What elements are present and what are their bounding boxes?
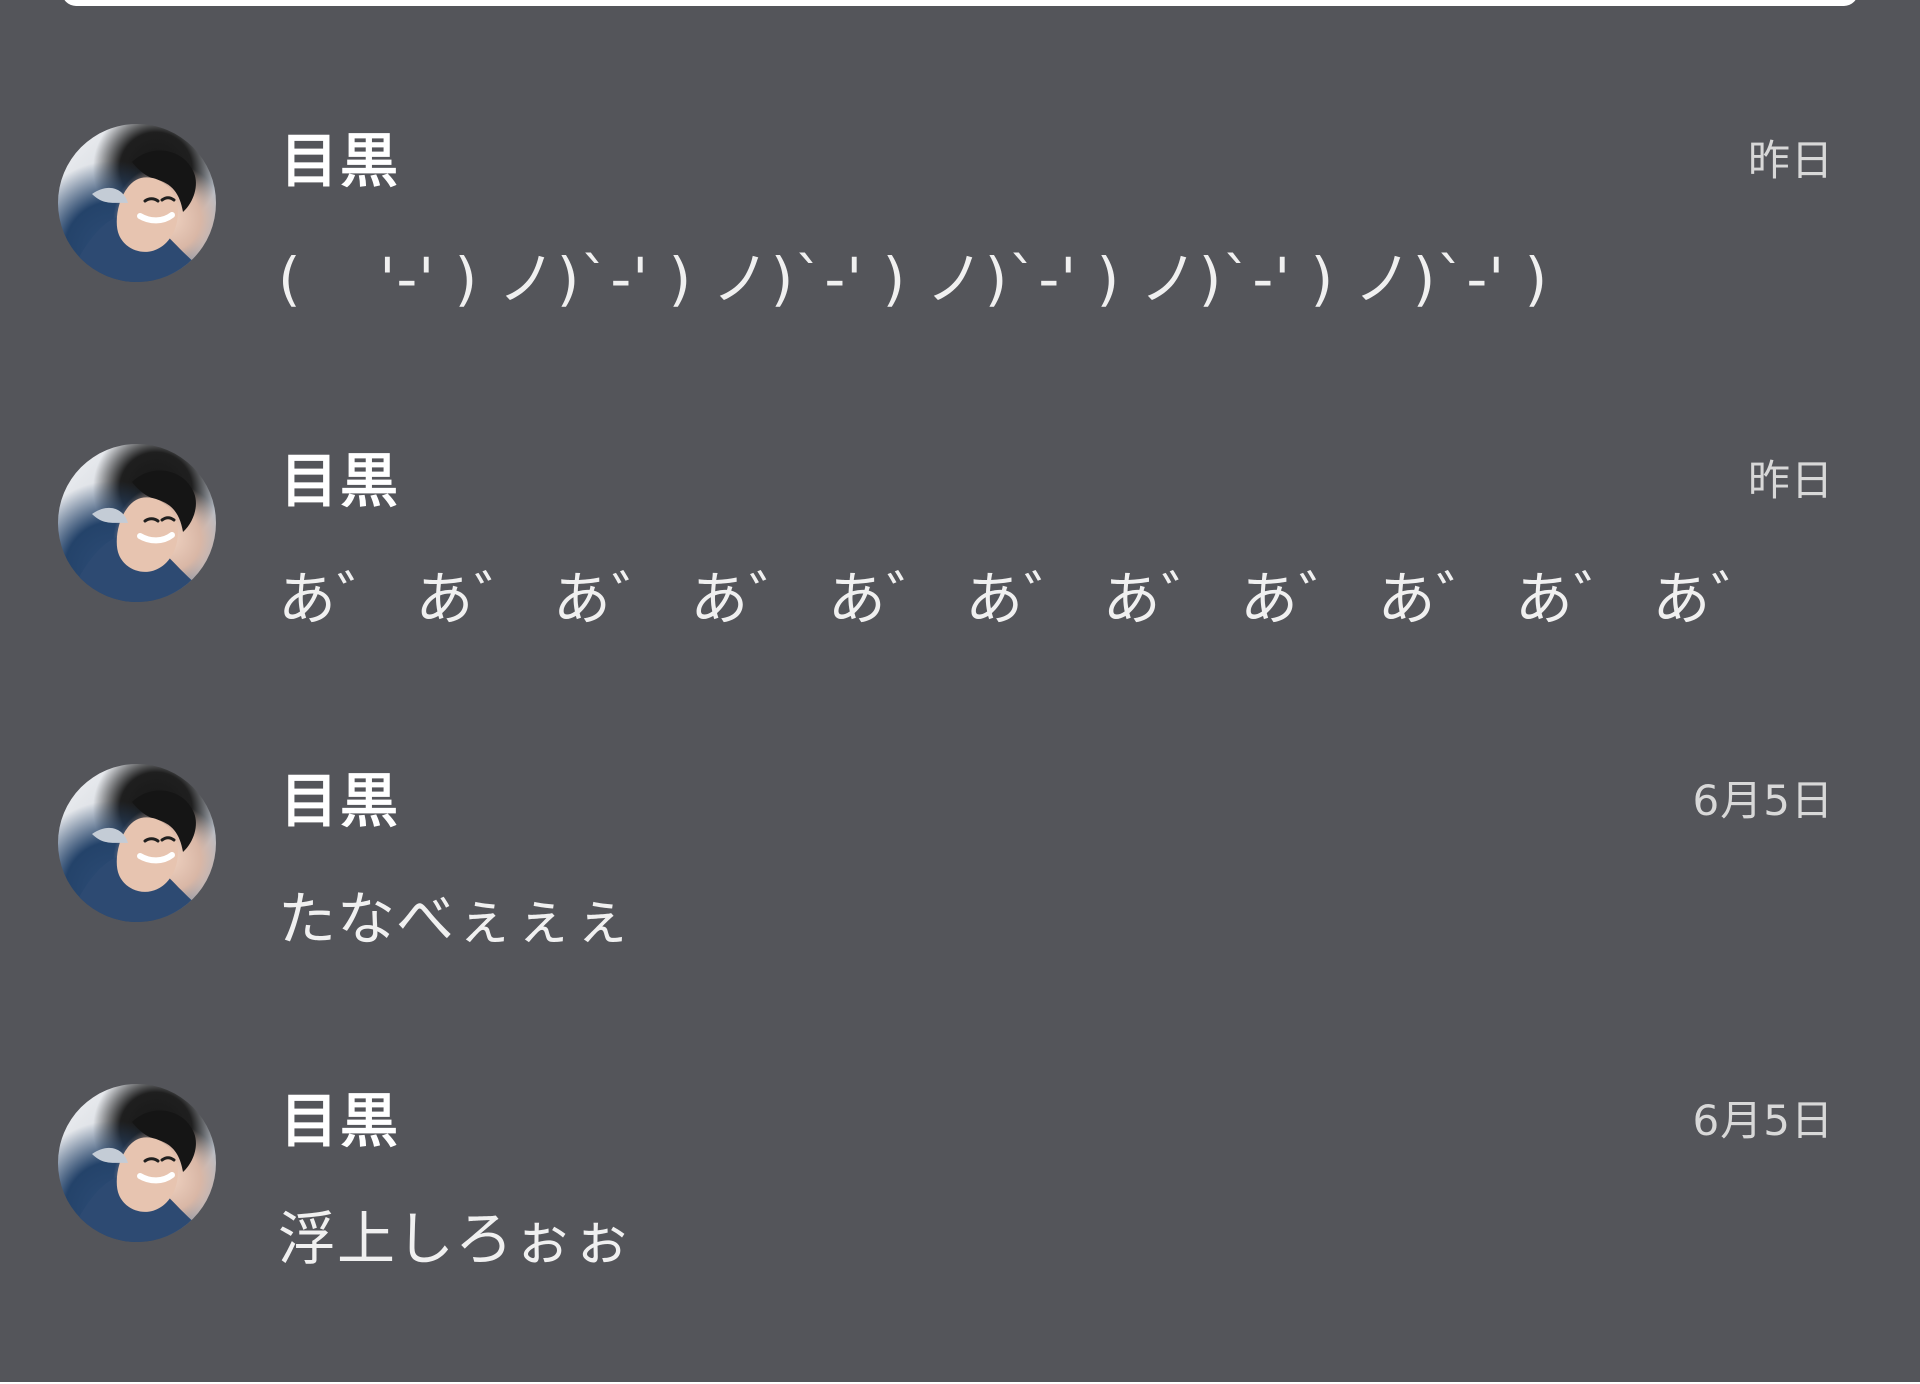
- message-timestamp: 昨日: [1747, 456, 1834, 505]
- message-timestamp: 昨日: [1747, 136, 1834, 185]
- message-text: 浮上しろぉぉ: [278, 1205, 633, 1273]
- message-timestamp: 6月5日: [1692, 776, 1834, 825]
- message-row[interactable]: 目黒 6月5日 たなべぇぇぇ: [0, 640, 1920, 960]
- avatar[interactable]: [58, 1084, 216, 1242]
- avatar-photo-icon: [78, 470, 196, 602]
- avatar[interactable]: [58, 124, 216, 282]
- message-author: 目黒: [280, 767, 401, 835]
- avatar-photo-icon: [78, 1110, 196, 1242]
- message-author: 目黒: [280, 447, 401, 515]
- avatar-photo-icon: [78, 150, 196, 282]
- message-author: 目黒: [280, 127, 401, 195]
- message-row[interactable]: 目黒 6月5日 浮上しろぉぉ: [0, 960, 1920, 1280]
- avatar[interactable]: [58, 764, 216, 922]
- message-list: 目黒 昨日 ( '-' ) ノ)`-' ) ノ)`-' ) ノ)`-' ) ノ)…: [0, 0, 1920, 1384]
- message-timestamp: 6月5日: [1692, 1096, 1834, 1145]
- avatar[interactable]: [58, 444, 216, 602]
- message-text: ( '-' ) ノ)`-' ) ノ)`-' ) ノ)`-' ) ノ)`-' ) …: [278, 245, 1549, 313]
- message-author: 目黒: [280, 1087, 401, 1155]
- message-row[interactable]: 目黒 昨日 あ゛ あ゛ あ゛ あ゛ あ゛ あ゛ あ゛ あ゛ あ゛ あ゛ あ゛: [0, 320, 1920, 640]
- message-row[interactable]: 目黒 昨日 ( '-' ) ノ)`-' ) ノ)`-' ) ノ)`-' ) ノ)…: [0, 0, 1920, 320]
- message-text: あ゛ あ゛ あ゛ あ゛ あ゛ あ゛ あ゛ あ゛ あ゛ あ゛ あ゛: [278, 565, 1771, 633]
- message-text: たなべぇぇぇ: [278, 885, 633, 953]
- avatar-photo-icon: [78, 790, 196, 922]
